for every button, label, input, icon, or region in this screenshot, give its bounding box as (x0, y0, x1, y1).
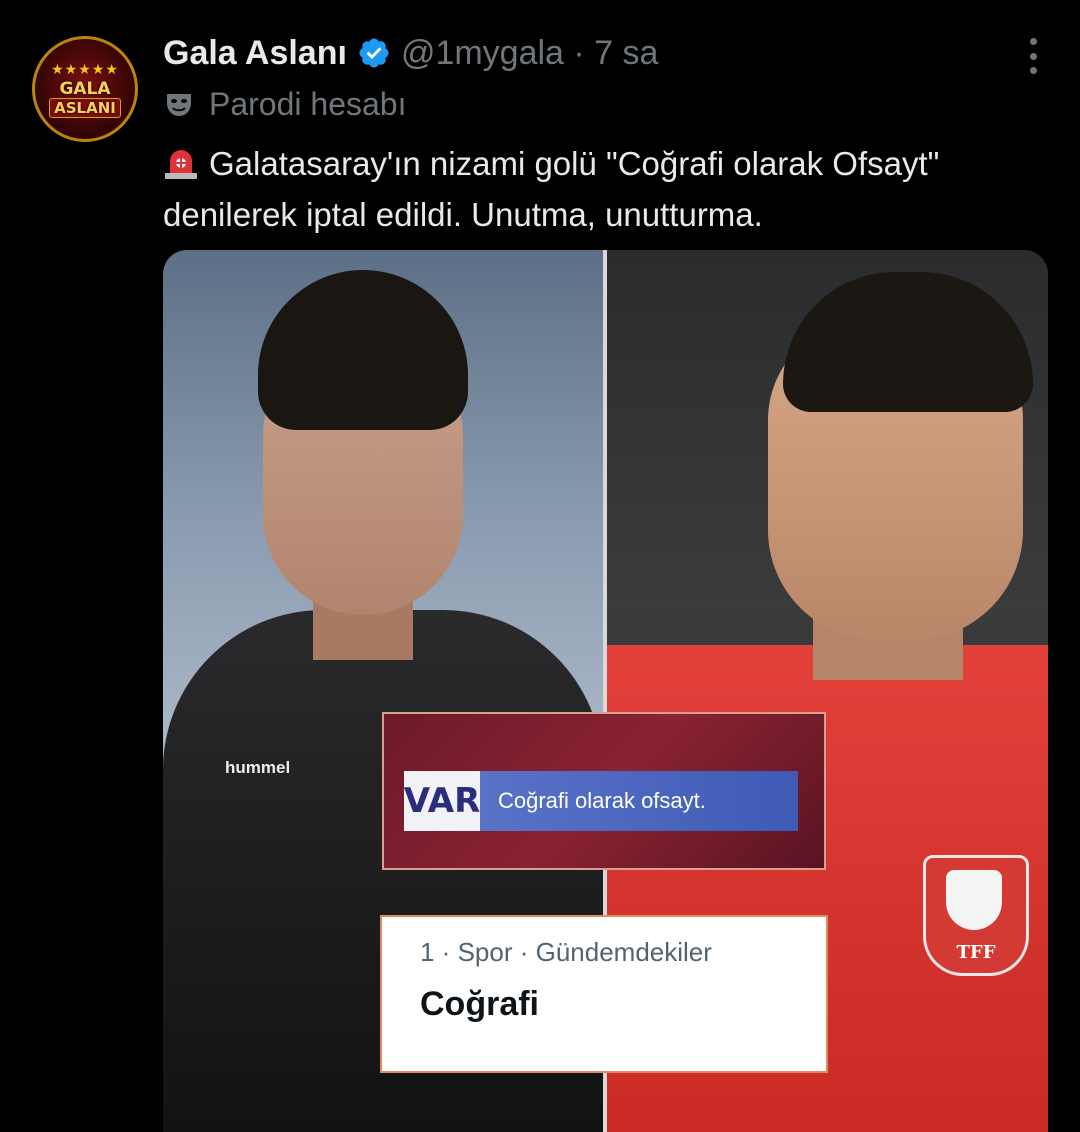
var-label: VAR (404, 771, 480, 831)
author-name[interactable]: Gala Aslanı (163, 34, 347, 73)
avatar-logo-line2: ASLANI (49, 97, 121, 118)
more-options-icon[interactable] (1028, 38, 1038, 74)
tff-badge-text: TFF (956, 942, 996, 963)
siren-emoji-icon (165, 150, 197, 179)
crest-icon (946, 870, 1002, 930)
parody-label: Parodi hesabı (209, 85, 407, 122)
avatar-stars: ★★★★★ (51, 60, 119, 77)
verified-badge-icon (359, 38, 389, 68)
trending-card: 1 · Spor · Gündemdekiler Coğrafi (380, 915, 828, 1073)
shirt-brand-logo: hummel (225, 758, 291, 777)
var-decision-text: Coğrafi olarak ofsayt. (480, 771, 798, 831)
theater-mask-icon (167, 94, 191, 116)
avatar-logo-line1: GALA (59, 78, 111, 99)
tweet-media-image[interactable]: hummel TFF VAR Coğrafi olarak ofsayt. 1 … (163, 250, 1048, 1132)
tff-badge: TFF (923, 855, 1029, 976)
author-handle-time[interactable]: @1mygala · 7 sa (401, 34, 659, 73)
parody-indicator: Parodi hesabı (163, 84, 406, 124)
trend-title: Coğrafi (420, 985, 539, 1023)
tweet-body: Galatasaray'ın nizami golü "Coğrafi olar… (163, 145, 940, 233)
tweet-header: Gala Aslanı @1mygala · 7 sa (163, 30, 1000, 76)
avatar[interactable]: ★★★★★ GALA ASLANI (32, 36, 138, 142)
tweet-text: Galatasaray'ın nizami golü "Coğrafi olar… (163, 138, 1043, 240)
var-overlay: VAR Coğrafi olarak ofsayt. (382, 712, 826, 870)
trend-meta: 1 · Spor · Gündemdekiler (420, 937, 712, 967)
